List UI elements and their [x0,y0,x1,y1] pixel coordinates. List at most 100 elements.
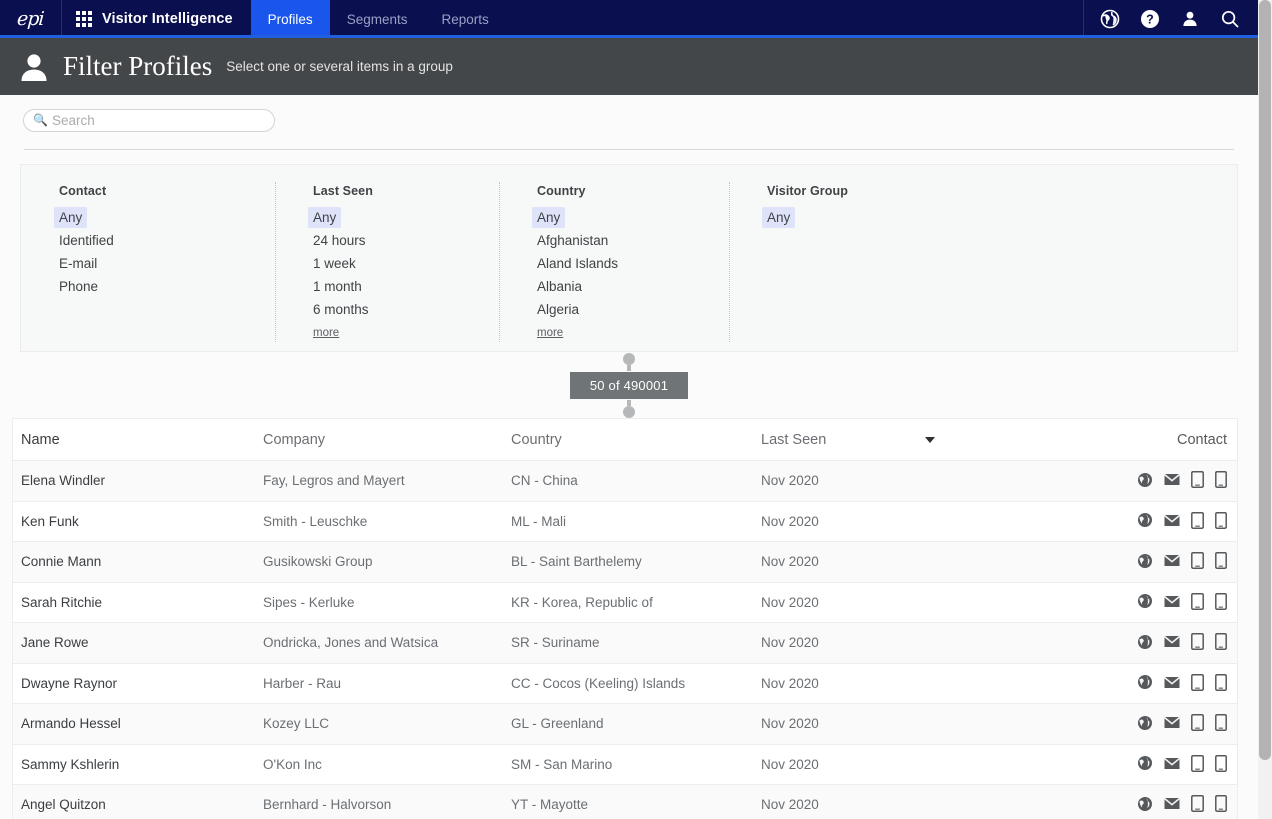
mobile-icon[interactable] [1215,552,1227,569]
search-input[interactable] [50,112,260,129]
envelope-icon[interactable] [1164,595,1180,608]
column-header-company[interactable]: Company [263,419,511,461]
mobile-icon[interactable] [1215,673,1227,691]
tablet-icon[interactable] [1191,795,1204,812]
globe-icon[interactable] [1137,634,1153,650]
tablet-icon[interactable] [1191,552,1204,569]
table-row[interactable]: Dwayne Raynor Harber - Rau CC - Cocos (Kee… [13,663,1237,704]
filter-option-algeria[interactable]: Algeria [532,299,584,320]
user-icon[interactable] [1180,9,1200,29]
globe-icon[interactable] [1137,674,1153,690]
tab-profiles[interactable]: Profiles [250,0,330,38]
profile-name: Sarah Ritchie [13,582,263,623]
envelope-icon[interactable] [1164,554,1180,567]
envelope-icon[interactable] [1164,757,1180,770]
brand-logo[interactable]: epi [0,0,62,38]
search-box[interactable]: 🔍 [23,109,275,132]
mobile-icon[interactable] [1215,471,1227,488]
profile-last-seen: Nov 2020 [761,541,991,583]
filter-option-identified[interactable]: Identified [54,230,119,251]
filter-option-any[interactable]: Any [762,207,796,228]
filter-option-email[interactable]: E-mail [54,253,102,274]
mobile-icon[interactable] [1215,754,1227,772]
filter-option-afghanistan[interactable]: Afghanistan [532,230,613,251]
envelope-icon[interactable] [1164,473,1180,486]
envelope-icon[interactable] [1164,514,1180,527]
mobile-icon[interactable] [1215,795,1227,812]
globe-icon[interactable] [1137,755,1153,771]
globe-icon[interactable] [1137,472,1153,488]
tab-segments[interactable]: Segments [330,0,425,38]
profile-contact-icons [991,663,1237,704]
search-icon[interactable] [1220,9,1240,29]
envelope-icon[interactable] [1164,716,1180,729]
profile-company: Bernhard - Halvorson [263,784,511,819]
table-row[interactable]: Ken Funk Smith - Leuschke ML - Mali Nov 202… [13,501,1237,542]
table-row[interactable]: Angel Quitzon Bernhard - Halvorson YT - Ma… [13,784,1237,819]
filter-option-any[interactable]: Any [532,207,566,228]
profile-name: Connie Mann [13,541,263,583]
profile-name: Elena Windler [13,460,263,502]
filter-option-any[interactable]: Any [54,207,88,228]
scrollbar-thumb[interactable] [1259,0,1271,760]
column-header-name[interactable]: Name [13,419,263,461]
mobile-icon[interactable] [1215,592,1227,610]
table-row[interactable]: Connie Mann Gusikowski Group BL - Saint Ba… [13,541,1237,583]
filter-option-1-month[interactable]: 1 month [308,276,367,297]
filter-option-aland-islands[interactable]: Aland Islands [532,253,623,274]
filter-option-phone[interactable]: Phone [54,276,103,297]
profile-last-seen: Nov 2020 [761,460,991,502]
profile-company: Ondricka, Jones and Watsica [263,622,511,664]
filter-more-link[interactable]: more [537,327,563,339]
tablet-icon[interactable] [1191,633,1204,650]
profile-company: Fay, Legros and Mayert [263,460,511,502]
filter-more-link[interactable]: more [313,327,339,339]
filter-option-6-months[interactable]: 6 months [308,299,374,320]
mobile-icon[interactable] [1215,633,1227,650]
tablet-icon[interactable] [1191,511,1204,529]
globe-icon[interactable] [1137,593,1153,609]
apps-menu-button[interactable] [62,0,102,38]
help-icon[interactable]: ? [1140,9,1160,29]
column-header-country[interactable]: Country [511,419,761,461]
globe-icon[interactable] [1137,796,1153,812]
mobile-icon[interactable] [1215,714,1227,731]
tablet-icon[interactable] [1191,592,1204,610]
profile-country: ML - Mali [511,501,761,542]
filter-option-1-week[interactable]: 1 week [308,253,361,274]
profile-country: BL - Saint Barthelemy [511,541,761,583]
table-row[interactable]: Jane Rowe Ondricka, Jones and Watsica SR -… [13,622,1237,664]
table-row[interactable]: Sammy Kshlerin O'Kon Inc SM - San Marino No… [13,744,1237,785]
globe-icon[interactable] [1100,9,1120,29]
content-area: 🔍 Contact Any Identified E-mail Phone La… [0,95,1258,819]
caret-down-icon[interactable] [925,437,936,444]
tablet-icon[interactable] [1191,714,1204,731]
globe-icon[interactable] [1137,512,1153,528]
page-scrollbar[interactable] [1258,0,1272,819]
nav-tabs: Profiles Segments Reports [250,0,506,38]
search-icon: 🔍 [33,113,48,127]
filter-option-24-hours[interactable]: 24 hours [308,230,371,251]
globe-icon[interactable] [1137,715,1153,731]
table-row[interactable]: Armando Hessel Kozey LLC GL - Greenland Nov… [13,703,1237,745]
tablet-icon[interactable] [1191,673,1204,691]
envelope-icon[interactable] [1164,635,1180,648]
mobile-icon[interactable] [1215,511,1227,529]
tablet-icon[interactable] [1191,471,1204,488]
profile-company: Sipes - Kerluke [263,582,511,623]
column-header-contact: Contact [991,419,1237,461]
connector-stem-bottom [627,399,631,406]
tab-reports[interactable]: Reports [424,0,505,38]
filter-option-albania[interactable]: Albania [532,276,587,297]
globe-icon[interactable] [1137,553,1153,569]
envelope-icon[interactable] [1164,797,1180,810]
profile-last-seen: Nov 2020 [761,703,991,745]
table-row[interactable]: Elena Windler Fay, Legros and Mayert CN - … [13,460,1237,502]
tablet-icon[interactable] [1191,754,1204,772]
column-header-last-seen[interactable]: Last Seen [761,419,991,461]
filter-option-any[interactable]: Any [308,207,342,228]
envelope-icon[interactable] [1164,676,1180,689]
page-title: Filter Profiles [63,51,213,81]
grid-apps-icon [76,11,92,27]
table-row[interactable]: Sarah Ritchie Sipes - Kerluke KR - Korea, … [13,582,1237,623]
